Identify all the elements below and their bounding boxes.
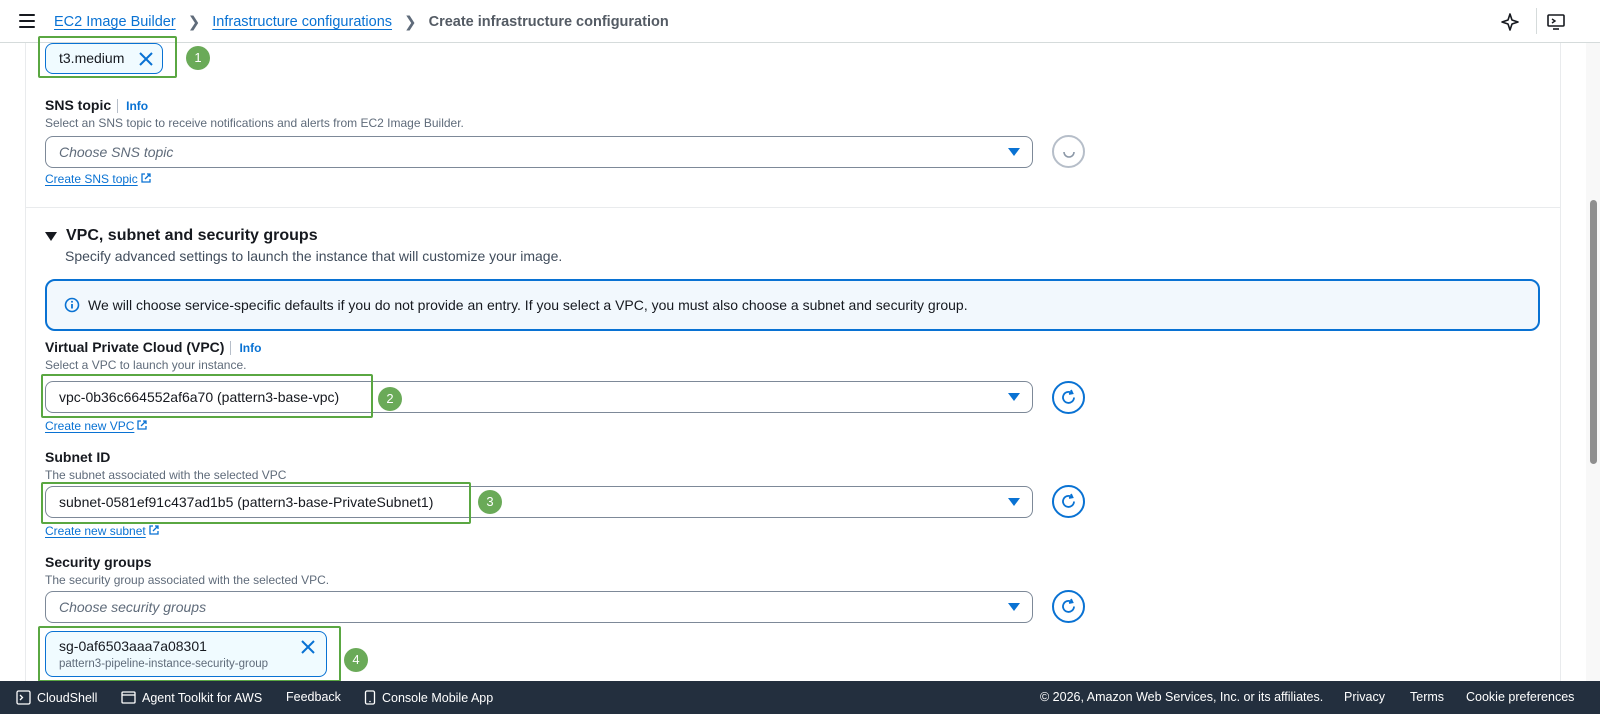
section-divider <box>25 207 1561 208</box>
cloudshell-button[interactable]: CloudShell <box>16 690 97 705</box>
footer-bar: CloudShell Agent Toolkit for AWS Feedbac… <box>0 681 1600 714</box>
annotation-box-1 <box>38 36 177 78</box>
terms-link[interactable]: Terms <box>1410 690 1444 704</box>
copyright-text: © 2026, Amazon Web Services, Inc. or its… <box>1040 690 1323 704</box>
chevron-right-icon: ❯ <box>404 14 417 31</box>
caret-down-icon <box>1008 498 1020 506</box>
security-groups-select[interactable]: Choose security groups <box>45 591 1033 623</box>
breadcrumb-infrastructure-configurations[interactable]: Infrastructure configurations <box>212 14 392 30</box>
caret-down-icon <box>1008 603 1020 611</box>
create-subnet-link-text[interactable]: Create new subnet <box>45 524 146 538</box>
refresh-subnet-button[interactable] <box>1052 485 1085 518</box>
agent-toolkit-label: Agent Toolkit for AWS <box>142 690 263 705</box>
create-sns-topic-link[interactable]: Create SNS topic <box>45 172 151 186</box>
annotation-badge-2: 2 <box>378 387 402 411</box>
privacy-label: Privacy <box>1344 690 1385 704</box>
toolkit-icon <box>121 691 136 704</box>
vpc-description: Select a VPC to launch your instance. <box>45 358 247 372</box>
info-icon <box>64 297 80 313</box>
caret-down-icon <box>1008 393 1020 401</box>
annotation-box-2 <box>41 374 373 418</box>
subnet-label: Subnet ID <box>45 449 111 465</box>
loading-spinner-icon <box>1052 135 1085 168</box>
annotation-badge-4: 4 <box>344 648 368 672</box>
vpc-label-text: Virtual Private Cloud (VPC) <box>45 339 225 355</box>
console-mobile-app-link[interactable]: Console Mobile App <box>364 690 493 705</box>
scrollbar-thumb[interactable] <box>1590 200 1597 464</box>
sparkle-icon[interactable] <box>1500 12 1520 32</box>
breadcrumb-current-page: Create infrastructure configuration <box>428 14 669 30</box>
toolbar-divider <box>1536 8 1537 34</box>
breadcrumb-ec2-image-builder[interactable]: EC2 Image Builder <box>54 14 176 30</box>
security-groups-placeholder: Choose security groups <box>59 599 207 615</box>
chevron-right-icon: ❯ <box>187 14 201 31</box>
refresh-vpc-button[interactable] <box>1052 381 1085 414</box>
cloudshell-label: CloudShell <box>37 690 98 705</box>
terms-label: Terms <box>1410 690 1445 704</box>
subnet-description: The subnet associated with the selected … <box>45 468 287 482</box>
annotation-box-4 <box>38 626 341 682</box>
external-link-icon <box>141 172 151 186</box>
top-navigation-bar: EC2 Image Builder ❯ Infrastructure confi… <box>0 0 1600 43</box>
external-link-icon <box>137 419 148 433</box>
cookie-preferences-link[interactable]: Cookie preferences <box>1466 690 1574 704</box>
annotation-badge-3: 3 <box>478 490 502 514</box>
security-groups-label: Security groups <box>45 554 152 570</box>
create-vpc-link[interactable]: Create new VPC <box>45 419 148 433</box>
annotation-badge-1: 1 <box>186 46 210 70</box>
display-settings-icon[interactable] <box>1546 12 1566 32</box>
menu-icon[interactable] <box>19 14 35 28</box>
info-alert: We will choose service-specific defaults… <box>45 279 1540 331</box>
cookie-preferences-label: Cookie preferences <box>1466 690 1575 704</box>
feedback-label: Feedback <box>286 690 341 704</box>
sns-topic-placeholder: Choose SNS topic <box>59 144 174 160</box>
create-sns-topic-link-text[interactable]: Create SNS topic <box>45 172 138 186</box>
vpc-section-title: VPC, subnet and security groups <box>66 227 318 244</box>
refresh-icon <box>1062 389 1075 404</box>
vpc-info-link[interactable]: Info <box>230 341 262 355</box>
privacy-link[interactable]: Privacy <box>1344 690 1385 704</box>
create-vpc-link-text[interactable]: Create new VPC <box>45 419 134 433</box>
breadcrumb: EC2 Image Builder ❯ Infrastructure confi… <box>54 13 669 31</box>
console-mobile-app-label: Console Mobile App <box>382 690 494 705</box>
sns-topic-description: Select an SNS topic to receive notificat… <box>45 116 464 130</box>
vpc-label: Virtual Private Cloud (VPC) Info <box>45 339 262 355</box>
refresh-icon <box>1062 598 1075 613</box>
mobile-phone-icon <box>364 690 376 705</box>
copyright-label: © 2026, Amazon Web Services, Inc. or its… <box>1040 690 1324 704</box>
feedback-link[interactable]: Feedback <box>286 690 341 704</box>
annotation-box-3 <box>41 482 471 524</box>
refresh-security-groups-button[interactable] <box>1052 590 1085 623</box>
sns-topic-label-text: SNS topic <box>45 97 112 113</box>
refresh-icon <box>1062 493 1075 508</box>
create-subnet-link[interactable]: Create new subnet <box>45 524 159 538</box>
sns-info-link[interactable]: Info <box>117 99 149 113</box>
caret-down-icon <box>1008 148 1020 156</box>
security-groups-description: The security group associated with the s… <box>45 573 330 587</box>
external-link-icon <box>149 524 159 538</box>
sns-topic-select[interactable]: Choose SNS topic <box>45 136 1033 168</box>
vpc-section-description: Specify advanced settings to launch the … <box>65 248 563 264</box>
terminal-icon <box>16 690 31 705</box>
caret-down-filled-icon <box>45 231 57 241</box>
info-alert-text: We will choose service-specific defaults… <box>88 297 968 313</box>
agent-toolkit-button[interactable]: Agent Toolkit for AWS <box>121 690 262 705</box>
sns-topic-label: SNS topic Info <box>45 97 149 113</box>
vpc-section-toggle[interactable]: VPC, subnet and security groups <box>45 227 318 245</box>
